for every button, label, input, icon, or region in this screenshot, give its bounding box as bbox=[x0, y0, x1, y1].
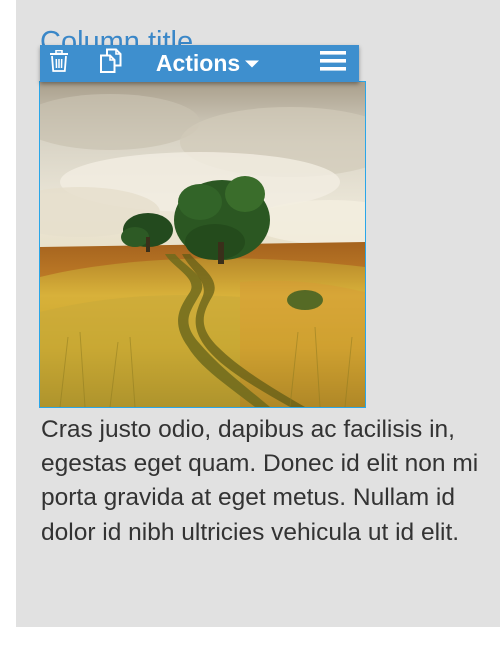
menu-button[interactable] bbox=[312, 45, 354, 82]
actions-label: Actions bbox=[155, 50, 241, 76]
duplicate-button[interactable] bbox=[92, 45, 130, 82]
copy-icon bbox=[97, 48, 125, 79]
selected-image[interactable] bbox=[39, 81, 366, 408]
trash-icon bbox=[49, 49, 69, 77]
column-body-text[interactable]: Cras justo odio, dapibus ac facilisis in… bbox=[41, 413, 493, 550]
hamburger-menu-icon bbox=[320, 50, 346, 77]
actions-dropdown[interactable]: Actions bbox=[144, 45, 272, 82]
element-toolbar: Actions bbox=[40, 45, 359, 82]
caret-down-icon bbox=[244, 59, 260, 69]
landscape-photo bbox=[40, 82, 365, 407]
delete-button[interactable] bbox=[40, 45, 78, 82]
